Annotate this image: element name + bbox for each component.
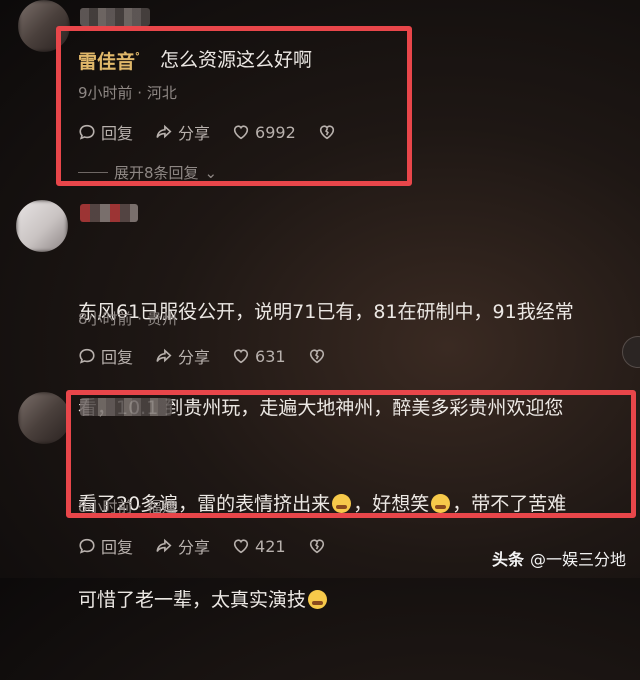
highlight-box-1 (56, 26, 412, 186)
reply-button[interactable]: 回复 (78, 344, 133, 368)
avatar[interactable] (16, 200, 68, 252)
share-button[interactable]: 分享 (155, 534, 210, 558)
share-button[interactable]: 分享 (155, 344, 210, 368)
broken-heart-icon (308, 537, 326, 555)
broken-heart-icon (308, 347, 326, 365)
comment-actions: 回复 分享 631 (78, 344, 326, 368)
heart-icon (232, 347, 250, 365)
comment-2: 东风61已服役公开，说明71已有，81在研制中，91我经常 看，10.1 到贵州… (0, 200, 640, 419)
dislike-button[interactable] (308, 347, 326, 365)
comment-meta: 8小时前 · 贵州 (78, 310, 177, 328)
watermark-handle: @一娱三分地 (529, 550, 626, 569)
heart-icon (232, 537, 250, 555)
avatar[interactable] (18, 392, 70, 444)
watermark: 头条 @一娱三分地 (492, 546, 626, 570)
reply-icon (78, 347, 96, 365)
username-blurred (80, 8, 150, 26)
share-icon (155, 537, 173, 555)
like-button[interactable]: 421 (232, 537, 286, 556)
reply-button[interactable]: 回复 (78, 534, 133, 558)
watermark-logo: 头条 (491, 550, 524, 569)
username-blurred (80, 204, 138, 222)
laughing-emoji-icon (308, 590, 328, 609)
dislike-button[interactable] (308, 537, 326, 555)
comment-actions: 回复 分享 421 (78, 534, 326, 558)
like-button[interactable]: 631 (232, 347, 286, 366)
reply-icon (78, 537, 96, 555)
share-icon (155, 347, 173, 365)
highlight-box-2 (66, 390, 636, 518)
